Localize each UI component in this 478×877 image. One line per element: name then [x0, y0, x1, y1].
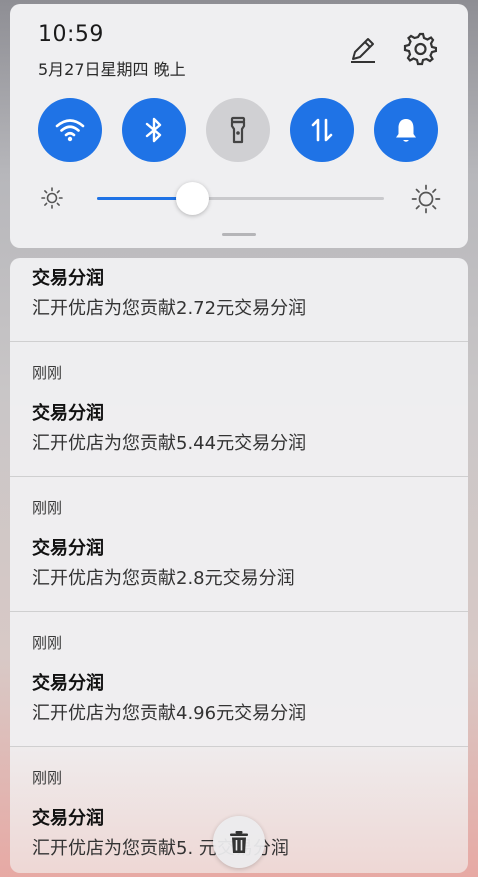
- notification-time: 刚刚: [32, 499, 63, 517]
- flashlight-toggle[interactable]: [206, 98, 270, 162]
- notification-time: 刚刚: [32, 769, 63, 787]
- notification-item[interactable]: 刚刚 交易分润 汇开优店为您贡献4.96元交易分润: [10, 612, 468, 747]
- notification-title: 交易分润: [32, 268, 104, 289]
- notification-title: 交易分润: [32, 538, 104, 559]
- notification-time: 刚刚: [32, 364, 63, 382]
- panel-drag-handle[interactable]: [222, 233, 256, 236]
- brightness-slider-thumb[interactable]: [176, 182, 209, 215]
- clock-date: 5月27日星期四 晚上: [38, 60, 186, 79]
- sound-toggle[interactable]: [374, 98, 438, 162]
- trash-icon: [230, 831, 248, 853]
- notification-title: 交易分润: [32, 808, 104, 829]
- wifi-toggle[interactable]: [38, 98, 102, 162]
- edit-icon[interactable]: [346, 34, 378, 66]
- brightness-high-icon: [411, 184, 441, 214]
- bluetooth-toggle[interactable]: [122, 98, 186, 162]
- bluetooth-icon: [145, 117, 162, 143]
- notification-body: 汇开优店为您贡献2.8元交易分润: [32, 568, 295, 589]
- clock-time: 10:59: [38, 22, 104, 47]
- wifi-icon: [55, 119, 85, 142]
- notification-time: 刚刚: [32, 634, 63, 652]
- data-transfer-icon: [311, 118, 333, 142]
- notification-body: 汇开优店为您贡献4.96元交易分润: [32, 703, 307, 724]
- quick-settings-panel: 10:59 5月27日星期四 晚上: [10, 4, 468, 248]
- notification-item[interactable]: 刚刚 交易分润 汇开优店为您贡献2.8元交易分润: [10, 477, 468, 612]
- notification-list: 交易分润 汇开优店为您贡献2.72元交易分润 刚刚 交易分润 汇开优店为您贡献5…: [10, 258, 468, 873]
- notification-body: 汇开优店为您贡献5.44元交易分润: [32, 433, 307, 454]
- notification-item[interactable]: 刚刚 交易分润 汇开优店为您贡献5.44元交易分润: [10, 342, 468, 477]
- notification-title: 交易分润: [32, 403, 104, 424]
- brightness-slider[interactable]: [97, 182, 384, 215]
- mobile-data-toggle[interactable]: [290, 98, 354, 162]
- brightness-low-icon: [41, 187, 63, 209]
- notification-item[interactable]: 交易分润 汇开优店为您贡献2.72元交易分润: [10, 258, 468, 342]
- flashlight-icon: [230, 116, 246, 144]
- notification-body: 汇开优店为您贡献2.72元交易分润: [32, 298, 307, 319]
- gear-icon[interactable]: [403, 32, 437, 66]
- bell-icon: [396, 119, 416, 142]
- clear-all-button[interactable]: [213, 816, 265, 868]
- notification-title: 交易分润: [32, 673, 104, 694]
